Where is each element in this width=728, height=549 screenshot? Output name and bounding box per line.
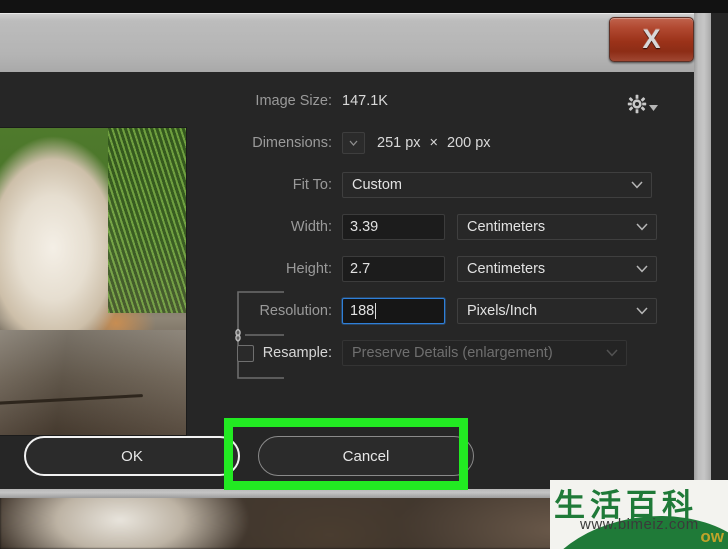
row-width: Width: 3.39 Centimeters <box>210 212 680 242</box>
resample-label: Resample: <box>262 345 332 361</box>
screen: X Image Size: 147.1K Dimensions: 251 px … <box>0 0 728 549</box>
resample-label-group: Resample: <box>210 344 342 362</box>
dimensions-label: Dimensions: <box>252 135 332 151</box>
watermark: 生活百科 www.bimeiz.com ow <box>550 480 728 549</box>
close-icon: X <box>642 24 661 54</box>
chevron-down-icon <box>606 349 618 357</box>
resolution-unit-select[interactable]: Pixels/Inch <box>457 298 657 324</box>
text-caret <box>375 303 377 319</box>
dimensions-height-value: 200 px <box>447 135 491 151</box>
image-size-value: 147.1K <box>342 93 388 109</box>
resample-method-select[interactable]: Preserve Details (enlargement) <box>342 340 627 366</box>
row-fit-to: Fit To: Custom <box>210 170 680 200</box>
chevron-down-icon <box>636 265 648 273</box>
top-dark-strip <box>0 0 728 13</box>
image-size-dialog: Image Size: 147.1K Dimensions: 251 px × … <box>0 72 694 489</box>
image-size-form: Image Size: 147.1K Dimensions: 251 px × … <box>210 86 680 378</box>
row-image-size: Image Size: 147.1K <box>210 86 680 116</box>
dimensions-dropdown-toggle[interactable] <box>342 132 365 154</box>
preview-pavement <box>0 330 186 435</box>
watermark-ghost-text: ow <box>700 527 724 546</box>
dialog-footer: OK Cancel <box>0 424 694 488</box>
width-label: Width: <box>290 219 332 235</box>
fit-to-label: Fit To: <box>292 177 332 193</box>
resolution-input[interactable]: 188 <box>342 298 445 324</box>
fit-to-select[interactable]: Custom <box>342 172 652 198</box>
chevron-down-icon <box>636 307 648 315</box>
dimensions-separator: × <box>429 135 439 151</box>
row-dimensions: Dimensions: 251 px × 200 px <box>210 128 680 158</box>
height-unit-value: Centimeters <box>467 261 546 277</box>
ok-button-label: OK <box>121 447 143 465</box>
window-right-border <box>694 13 711 497</box>
close-window-button[interactable]: X <box>609 17 694 62</box>
row-height: Height: 2.7 Centimeters <box>210 254 680 284</box>
row-resample: Resample: Preserve Details (enlargement) <box>210 338 680 368</box>
height-value: 2.7 <box>350 261 371 277</box>
width-unit-select[interactable]: Centimeters <box>457 214 657 240</box>
resolution-value: 188 <box>350 303 375 319</box>
chevron-down-icon <box>349 140 358 146</box>
row-resolution: Resolution: 188 Pixels/Inch <box>210 296 680 326</box>
resolution-label: Resolution: <box>259 303 332 319</box>
image-preview[interactable] <box>0 127 187 436</box>
watermark-url: www.bimeiz.com <box>580 516 699 533</box>
window-titlebar <box>0 13 711 72</box>
fit-to-value: Custom <box>352 177 402 193</box>
ok-button[interactable]: OK <box>24 436 240 476</box>
image-size-label: Image Size: <box>255 93 332 109</box>
height-input[interactable]: 2.7 <box>342 256 445 282</box>
height-label: Height: <box>286 261 332 277</box>
resolution-unit-value: Pixels/Inch <box>467 303 538 319</box>
chevron-down-icon <box>631 181 643 189</box>
width-value: 3.39 <box>350 219 379 235</box>
resample-method-value: Preserve Details (enlargement) <box>352 345 553 361</box>
dimensions-width-value: 251 px <box>377 135 421 151</box>
resample-checkbox[interactable] <box>236 344 254 362</box>
preview-grass <box>108 128 186 313</box>
width-input[interactable]: 3.39 <box>342 214 445 240</box>
width-unit-value: Centimeters <box>467 219 546 235</box>
cancel-button-label: Cancel <box>342 447 390 465</box>
cancel-button[interactable]: Cancel <box>258 436 474 476</box>
height-unit-select[interactable]: Centimeters <box>457 256 657 282</box>
chevron-down-icon <box>636 223 648 231</box>
